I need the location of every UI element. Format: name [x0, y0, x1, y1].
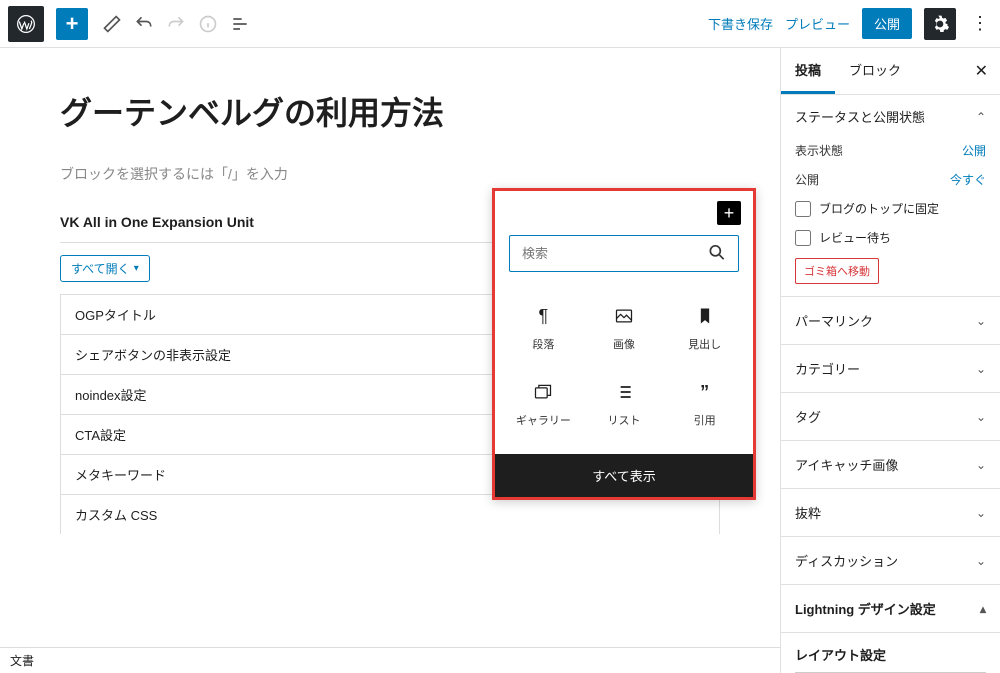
trash-link[interactable]: ゴミ箱へ移動 — [795, 258, 879, 284]
show-all-button[interactable]: すべて表示 — [495, 454, 753, 497]
info-icon[interactable] — [192, 8, 224, 40]
chevron-down-icon: ⌄ — [976, 506, 986, 520]
block-image[interactable]: 画像 — [586, 292, 663, 364]
chevron-up-icon: ⌃ — [976, 110, 986, 124]
image-icon — [612, 304, 636, 328]
chevron-down-icon: ⌄ — [976, 554, 986, 568]
gear-icon — [930, 14, 950, 34]
preview-link[interactable]: プレビュー — [785, 14, 850, 33]
search-icon — [707, 242, 727, 265]
editor-canvas: グーテンベルグの利用方法 ブロックを選択するには「/」を入力 VK All in… — [0, 48, 780, 673]
quote-icon: ” — [693, 380, 717, 404]
publish-button[interactable]: 公開 — [862, 8, 912, 39]
stick-top-checkbox[interactable]: ブログのトップに固定 — [795, 194, 986, 223]
save-draft-link[interactable]: 下書き保存 — [708, 14, 773, 33]
chevron-down-icon: ⌄ — [976, 410, 986, 424]
undo-icon[interactable] — [128, 8, 160, 40]
chevron-down-icon: ⌄ — [976, 458, 986, 472]
block-list[interactable]: リスト — [586, 368, 663, 440]
panel-discussion[interactable]: ディスカッション ⌄ — [781, 537, 1000, 585]
settings-button[interactable] — [924, 8, 956, 40]
add-block-button[interactable]: + — [56, 8, 88, 40]
pending-checkbox[interactable]: レビュー待ち — [795, 223, 986, 252]
visibility-value[interactable]: 公開 — [962, 142, 986, 159]
bookmark-icon — [693, 304, 717, 328]
edit-icon[interactable] — [96, 8, 128, 40]
accordion-item[interactable]: カスタム CSS — [60, 494, 720, 534]
redo-icon[interactable] — [160, 8, 192, 40]
panel-tag[interactable]: タグ ⌄ — [781, 393, 1000, 441]
block-placeholder-hint[interactable]: ブロックを選択するには「/」を入力 — [60, 164, 720, 184]
block-heading[interactable]: 見出し — [666, 292, 743, 364]
panel-featured-image[interactable]: アイキャッチ画像 ⌄ — [781, 441, 1000, 489]
chevron-down-icon: ⌄ — [976, 314, 986, 328]
tab-post[interactable]: 投稿 — [781, 48, 835, 94]
panel-category[interactable]: カテゴリー ⌄ — [781, 345, 1000, 393]
search-input[interactable] — [509, 235, 739, 272]
open-all-button[interactable]: すべて開く — [60, 255, 150, 282]
list-icon — [612, 380, 636, 404]
block-inserter-popover: + ¶ 段落 — [492, 188, 756, 500]
post-title[interactable]: グーテンベルグの利用方法 — [60, 88, 720, 134]
layout-title: レイアウト設定 — [795, 645, 986, 664]
footer-breadcrumb[interactable]: 文書 — [0, 647, 780, 673]
close-sidebar-button[interactable]: ✕ — [963, 53, 1000, 89]
block-paragraph[interactable]: ¶ 段落 — [505, 292, 582, 364]
more-menu-button[interactable]: ⋮ — [968, 13, 992, 34]
wp-logo[interactable] — [8, 6, 44, 42]
top-toolbar: + 下書き保存 プレビュー 公開 ⋮ — [0, 0, 1000, 48]
settings-sidebar: 投稿 ブロック ✕ ステータスと公開状態 ⌃ 表示状態 公開 公開 今すぐ — [780, 48, 1000, 673]
chevron-down-icon: ⌄ — [976, 362, 986, 376]
outline-icon[interactable] — [224, 8, 256, 40]
block-gallery[interactable]: ギャラリー — [505, 368, 582, 440]
visibility-label: 表示状態 — [795, 142, 962, 159]
tab-block[interactable]: ブロック — [835, 48, 915, 94]
block-quote[interactable]: ” 引用 — [666, 368, 743, 440]
paragraph-icon: ¶ — [531, 304, 555, 328]
panel-permalink[interactable]: パーマリンク ⌄ — [781, 297, 1000, 345]
chevron-up-icon: ▴ — [980, 602, 986, 616]
inserter-plus-button[interactable]: + — [717, 201, 741, 225]
panel-excerpt[interactable]: 抜粋 ⌄ — [781, 489, 1000, 537]
publish-label: 公開 — [795, 171, 950, 188]
gallery-icon — [531, 380, 555, 404]
publish-value[interactable]: 今すぐ — [950, 171, 986, 188]
panel-lightning[interactable]: Lightning デザイン設定 ▴ — [781, 585, 1000, 633]
status-panel-header[interactable]: ステータスと公開状態 ⌃ — [795, 107, 986, 126]
